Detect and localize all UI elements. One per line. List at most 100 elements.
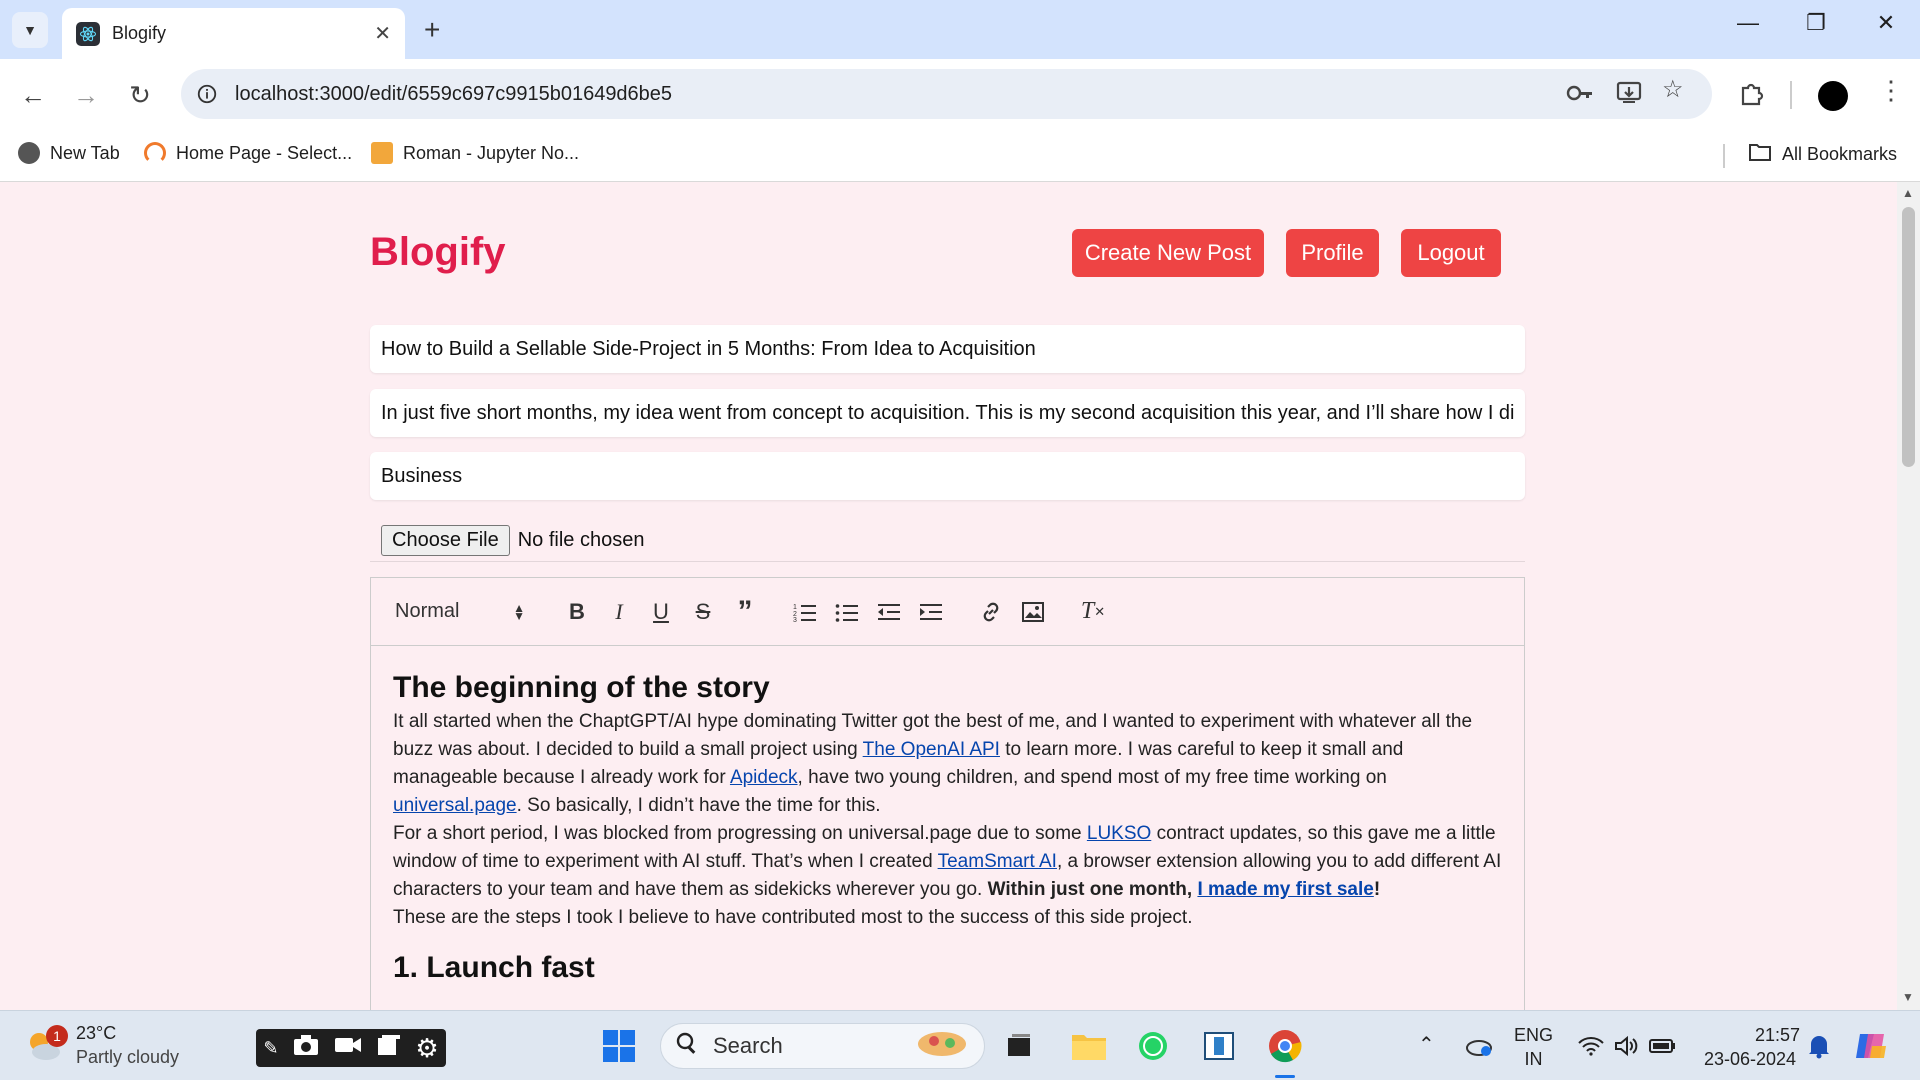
tab-search-button[interactable]: ▼ [12, 12, 48, 48]
whatsapp-icon[interactable] [1134, 1027, 1172, 1065]
clock-date: 23-06-2024 [1703, 1049, 1797, 1069]
text-run: For a short period, I was blocked from p… [393, 823, 1087, 844]
editor-content[interactable]: The beginning of the story It all starte… [371, 646, 1524, 1010]
format-picker[interactable]: Normal ▲ ▼ [395, 600, 525, 623]
minimize-button[interactable]: — [1728, 10, 1768, 36]
wifi-icon[interactable] [1572, 1027, 1610, 1065]
file-status: No file chosen [517, 529, 645, 551]
category-input[interactable]: Business [370, 452, 1525, 500]
react-icon [76, 21, 100, 46]
scrollbar-thumb[interactable] [1902, 207, 1915, 467]
logout-button[interactable]: Logout [1401, 229, 1501, 277]
profile-avatar[interactable] [1818, 81, 1848, 111]
strikethrough-icon[interactable]: S [683, 594, 723, 630]
blockquote-icon[interactable]: ” [725, 594, 765, 630]
title-input[interactable]: How to Build a Sellable Side-Project in … [370, 325, 1525, 373]
page-content: Blogify Create New Post Profile Logout H… [0, 182, 1897, 1010]
search-icon [675, 1031, 699, 1061]
bold-icon[interactable]: B [557, 594, 597, 630]
loading-arc-icon [144, 142, 166, 164]
copilot-icon[interactable] [1852, 1027, 1890, 1065]
universal-page-link[interactable]: universal.page [393, 795, 517, 816]
taskbar-search[interactable]: Search [660, 1023, 985, 1069]
apideck-link[interactable]: Apideck [730, 767, 798, 788]
video-camera-icon[interactable] [334, 1035, 362, 1061]
bookmarks-bar: New Tab Home Page - Select... Roman - Ju… [0, 130, 1920, 182]
app-window-icon[interactable] [1200, 1027, 1238, 1065]
brand-logo[interactable]: Blogify [370, 230, 506, 275]
new-tab-button[interactable]: + [424, 14, 440, 46]
bullet-list-icon[interactable] [827, 594, 867, 630]
close-window-button[interactable]: ✕ [1866, 10, 1906, 36]
address-bar[interactable]: localhost:3000/edit/6559c697c9915b01649d… [181, 69, 1712, 119]
reload-button[interactable]: ↻ [122, 77, 158, 113]
teamsmart-link[interactable]: TeamSmart AI [938, 851, 1057, 872]
chrome-icon[interactable] [1266, 1027, 1304, 1065]
show-hidden-icons[interactable]: ⌃ [1418, 1033, 1435, 1057]
summary-input[interactable]: In just five short months, my idea went … [370, 389, 1525, 437]
gear-icon[interactable]: ⚙ [415, 1033, 438, 1064]
language-indicator[interactable]: ENG IN [1514, 1023, 1553, 1071]
bookmark-star-icon[interactable]: ☆ [1662, 75, 1684, 104]
menu-kebab-icon[interactable]: ⋮ [1878, 75, 1904, 106]
task-view-icon[interactable] [1000, 1027, 1038, 1065]
content-heading-2: 1. Launch fast [393, 951, 595, 984]
partly-cloudy-icon: 1 [24, 1025, 68, 1065]
create-post-button[interactable]: Create New Post [1072, 229, 1264, 277]
camera-icon[interactable] [293, 1034, 319, 1062]
pen-icon[interactable]: ✎ [263, 1038, 278, 1059]
windows-start-icon[interactable] [600, 1027, 638, 1065]
format-picker-label: Normal [395, 600, 460, 622]
extensions-icon[interactable] [1738, 79, 1766, 114]
clear-format-icon[interactable]: T ✕ [1073, 594, 1113, 630]
window-capture-icon[interactable] [377, 1034, 401, 1062]
search-placeholder: Search [713, 1033, 783, 1058]
file-explorer-icon[interactable] [1070, 1027, 1108, 1065]
outdent-icon[interactable] [869, 594, 909, 630]
active-tab[interactable]: Blogify ✕ [62, 8, 405, 59]
first-sale-link[interactable]: I made my first sale [1197, 879, 1373, 900]
site-info-icon[interactable] [193, 80, 221, 108]
link-icon[interactable] [971, 594, 1011, 630]
restore-button[interactable]: ❐ [1796, 10, 1836, 36]
clock[interactable]: 21:57 23-06-2024 [1700, 1023, 1800, 1071]
bookmarks-divider [1723, 144, 1725, 168]
scroll-up-icon[interactable]: ▲ [1902, 186, 1914, 200]
taskbar: 1 23°C Partly cloudy ✎ ⚙ Search ⌃ ENG IN… [0, 1010, 1920, 1080]
bookmark-new-tab[interactable]: New Tab [18, 142, 120, 164]
profile-button[interactable]: Profile [1286, 229, 1379, 277]
onedrive-icon[interactable] [1460, 1027, 1498, 1065]
italic-icon[interactable]: I [599, 594, 639, 630]
weather-widget[interactable]: 1 23°C Partly cloudy [24, 1021, 179, 1069]
openai-link[interactable]: The OpenAI API [863, 739, 1000, 760]
bookmark-home-page[interactable]: Home Page - Select... [144, 142, 352, 164]
volume-icon[interactable] [1608, 1027, 1646, 1065]
all-bookmarks[interactable]: All Bookmarks [1748, 142, 1897, 167]
scroll-down-icon[interactable]: ▼ [1902, 990, 1914, 1004]
bookmark-jupyter[interactable]: Roman - Jupyter No... [371, 142, 579, 164]
lukso-link[interactable]: LUKSO [1087, 823, 1151, 844]
tab-title: Blogify [112, 23, 167, 43]
underline-icon[interactable]: U [641, 594, 681, 630]
content-paragraph: For a short period, I was blocked from p… [393, 820, 1502, 904]
svg-text:3: 3 [793, 617, 797, 622]
content-paragraph: These are the steps I took I believe to … [393, 907, 1193, 928]
clock-time: 21:57 [1754, 1025, 1800, 1045]
capture-toolbar: ✎ ⚙ [256, 1029, 446, 1067]
close-tab-icon[interactable]: ✕ [374, 21, 391, 46]
image-icon[interactable] [1013, 594, 1053, 630]
install-app-icon[interactable] [1615, 79, 1643, 114]
choose-file-button[interactable]: Choose File [381, 525, 510, 556]
ordered-list-icon[interactable]: 123 [785, 594, 825, 630]
notification-bell-icon[interactable] [1800, 1027, 1838, 1065]
back-button[interactable]: ← [15, 77, 51, 113]
text-run: , have two young children, and spend mos… [797, 767, 1387, 788]
weather-temp: 23°C [76, 1023, 117, 1043]
forward-button[interactable]: → [68, 77, 104, 113]
indent-icon[interactable] [911, 594, 951, 630]
url-text[interactable]: localhost:3000/edit/6559c697c9915b01649d… [235, 83, 672, 106]
page-scrollbar[interactable]: ▲ ▼ [1897, 182, 1920, 1010]
weather-badge: 1 [46, 1025, 68, 1047]
key-icon[interactable] [1566, 81, 1594, 112]
battery-icon[interactable] [1644, 1027, 1682, 1065]
